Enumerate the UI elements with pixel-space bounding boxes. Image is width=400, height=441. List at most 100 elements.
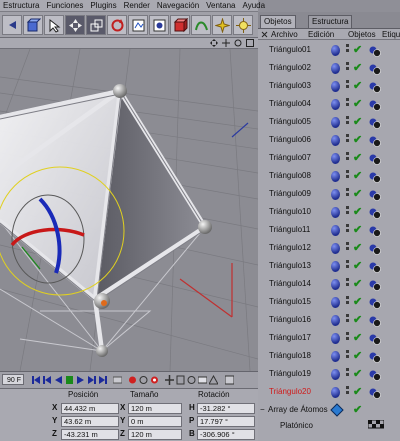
play-back-icon[interactable]: [54, 375, 63, 385]
visibility-dots-icon[interactable]: [346, 170, 350, 183]
object-row[interactable]: Triángulo05 ✔: [258, 114, 400, 132]
material-tag-icon[interactable]: [368, 207, 382, 219]
object-name[interactable]: Platónico: [280, 421, 313, 430]
enabled-check-icon[interactable]: ✔: [353, 152, 362, 164]
tab-structure[interactable]: Estructura: [308, 15, 353, 28]
nurbs-button[interactable]: [191, 14, 211, 35]
material-tag-icon[interactable]: [368, 135, 382, 147]
layer-dot-icon[interactable]: [331, 297, 340, 308]
enabled-check-icon[interactable]: ✔: [353, 368, 362, 380]
object-name[interactable]: Triángulo15: [269, 297, 311, 306]
object-name[interactable]: Triángulo03: [269, 81, 311, 90]
enabled-check-icon[interactable]: ✔: [353, 278, 362, 290]
object-row[interactable]: Triángulo20 ✔: [258, 384, 400, 402]
material-tag-icon[interactable]: [368, 261, 382, 273]
enabled-check-icon[interactable]: ✔: [353, 242, 362, 254]
object-row[interactable]: Triángulo11 ✔: [258, 222, 400, 240]
visibility-dots-icon[interactable]: [346, 134, 350, 147]
layer-dot-icon[interactable]: [331, 63, 340, 74]
position-z-field[interactable]: -43.231 m: [61, 429, 119, 440]
object-name[interactable]: Triángulo18: [269, 351, 311, 360]
layer-dot-icon[interactable]: [331, 333, 340, 344]
material-tag-icon[interactable]: [368, 297, 382, 309]
size-x-field[interactable]: 120 m: [128, 403, 182, 414]
material-tag-icon[interactable]: [368, 189, 382, 201]
visibility-dots-icon[interactable]: [346, 188, 350, 201]
object-row[interactable]: Triángulo19 ✔: [258, 366, 400, 384]
object-row[interactable]: Triángulo14 ✔: [258, 276, 400, 294]
layer-dot-icon[interactable]: [331, 225, 340, 236]
visibility-dots-icon[interactable]: [346, 152, 350, 165]
parameter-key-icon[interactable]: [198, 375, 207, 385]
object-row[interactable]: Triángulo10 ✔: [258, 204, 400, 222]
object-name[interactable]: Triángulo20: [269, 387, 311, 396]
menu-ayuda[interactable]: Ayuda: [243, 1, 266, 10]
maximize-icon[interactable]: [246, 39, 254, 47]
material-tag-icon[interactable]: [368, 45, 382, 57]
material-tag-icon[interactable]: [368, 81, 382, 93]
object-name[interactable]: Triángulo14: [269, 279, 311, 288]
object-name[interactable]: Array de Átomos: [268, 405, 328, 414]
enabled-check-icon[interactable]: ✔: [353, 188, 362, 200]
visibility-dots-icon[interactable]: [346, 278, 350, 291]
step-back-icon[interactable]: [43, 375, 52, 385]
material-tag-icon[interactable]: [368, 369, 382, 381]
layer-dot-icon[interactable]: [331, 189, 340, 200]
position-y-field[interactable]: 43.62 m: [61, 416, 119, 427]
orbit-icon[interactable]: [234, 39, 242, 47]
layer-dot-icon[interactable]: [331, 207, 340, 218]
material-tag-icon[interactable]: [368, 153, 382, 165]
object-name[interactable]: Triángulo09: [269, 189, 311, 198]
rotation-h-field[interactable]: -31.282 °: [197, 403, 255, 414]
om-menu-archivo[interactable]: Archivo: [271, 30, 298, 39]
collapse-icon[interactable]: −: [260, 405, 265, 414]
layer-dot-icon[interactable]: [331, 351, 340, 362]
visibility-dots-icon[interactable]: [346, 206, 350, 219]
position-x-field[interactable]: 44.432 m: [61, 403, 119, 414]
visibility-dots-icon[interactable]: [346, 44, 350, 57]
object-row[interactable]: Triángulo03 ✔: [258, 78, 400, 96]
size-y-field[interactable]: 0 m: [128, 416, 182, 427]
object-name[interactable]: Triángulo11: [269, 225, 310, 234]
layer-dot-icon[interactable]: [331, 279, 340, 290]
object-row[interactable]: Triángulo12 ✔: [258, 240, 400, 258]
object-name[interactable]: Triángulo13: [269, 261, 311, 270]
select-tool-button[interactable]: [44, 14, 64, 35]
autokey-icon[interactable]: [139, 375, 148, 385]
menu-funciones[interactable]: Funciones: [46, 1, 83, 10]
keyframe-selection-icon[interactable]: [150, 375, 159, 385]
layer-dot-icon[interactable]: [331, 117, 340, 128]
layer-dot-icon[interactable]: [331, 387, 340, 398]
enabled-check-icon[interactable]: ✔: [353, 170, 362, 182]
object-name[interactable]: Triángulo04: [269, 99, 311, 108]
visibility-dots-icon[interactable]: [346, 242, 350, 255]
object-row[interactable]: Triángulo02 ✔: [258, 60, 400, 78]
zoom-icon[interactable]: [222, 39, 230, 47]
layer-dot-icon[interactable]: [331, 171, 340, 182]
current-frame-field[interactable]: 90 F: [2, 374, 24, 385]
record-icon[interactable]: [128, 375, 137, 385]
play-icon[interactable]: [76, 375, 85, 385]
object-name[interactable]: Triángulo10: [269, 207, 311, 216]
point-level-key-icon[interactable]: [209, 375, 218, 385]
move-tool-button[interactable]: [65, 14, 85, 35]
visibility-dots-icon[interactable]: [346, 224, 350, 237]
rotation-p-field[interactable]: 17.797 °: [197, 416, 255, 427]
timeline-options-icon[interactable]: [225, 375, 234, 385]
enabled-check-icon[interactable]: ✔: [353, 44, 362, 56]
enabled-check-icon[interactable]: ✔: [353, 404, 362, 416]
rotation-key-icon[interactable]: [187, 375, 196, 385]
checker-material-icon[interactable]: [368, 420, 384, 430]
om-menu-etiquetas[interactable]: Etiqu: [382, 30, 400, 39]
stop-icon[interactable]: [65, 375, 74, 385]
layer-dot-icon[interactable]: [331, 369, 340, 380]
om-menu-objetos[interactable]: Objetos: [348, 30, 376, 39]
material-tag-icon[interactable]: [368, 315, 382, 327]
viewport-3d[interactable]: [0, 49, 258, 371]
object-mode-button[interactable]: [170, 14, 190, 35]
menu-render[interactable]: Render: [124, 1, 150, 10]
scale-tool-button[interactable]: [86, 14, 106, 35]
enabled-check-icon[interactable]: ✔: [353, 98, 362, 110]
enabled-check-icon[interactable]: ✔: [353, 386, 362, 398]
object-name[interactable]: Triángulo02: [269, 63, 311, 72]
